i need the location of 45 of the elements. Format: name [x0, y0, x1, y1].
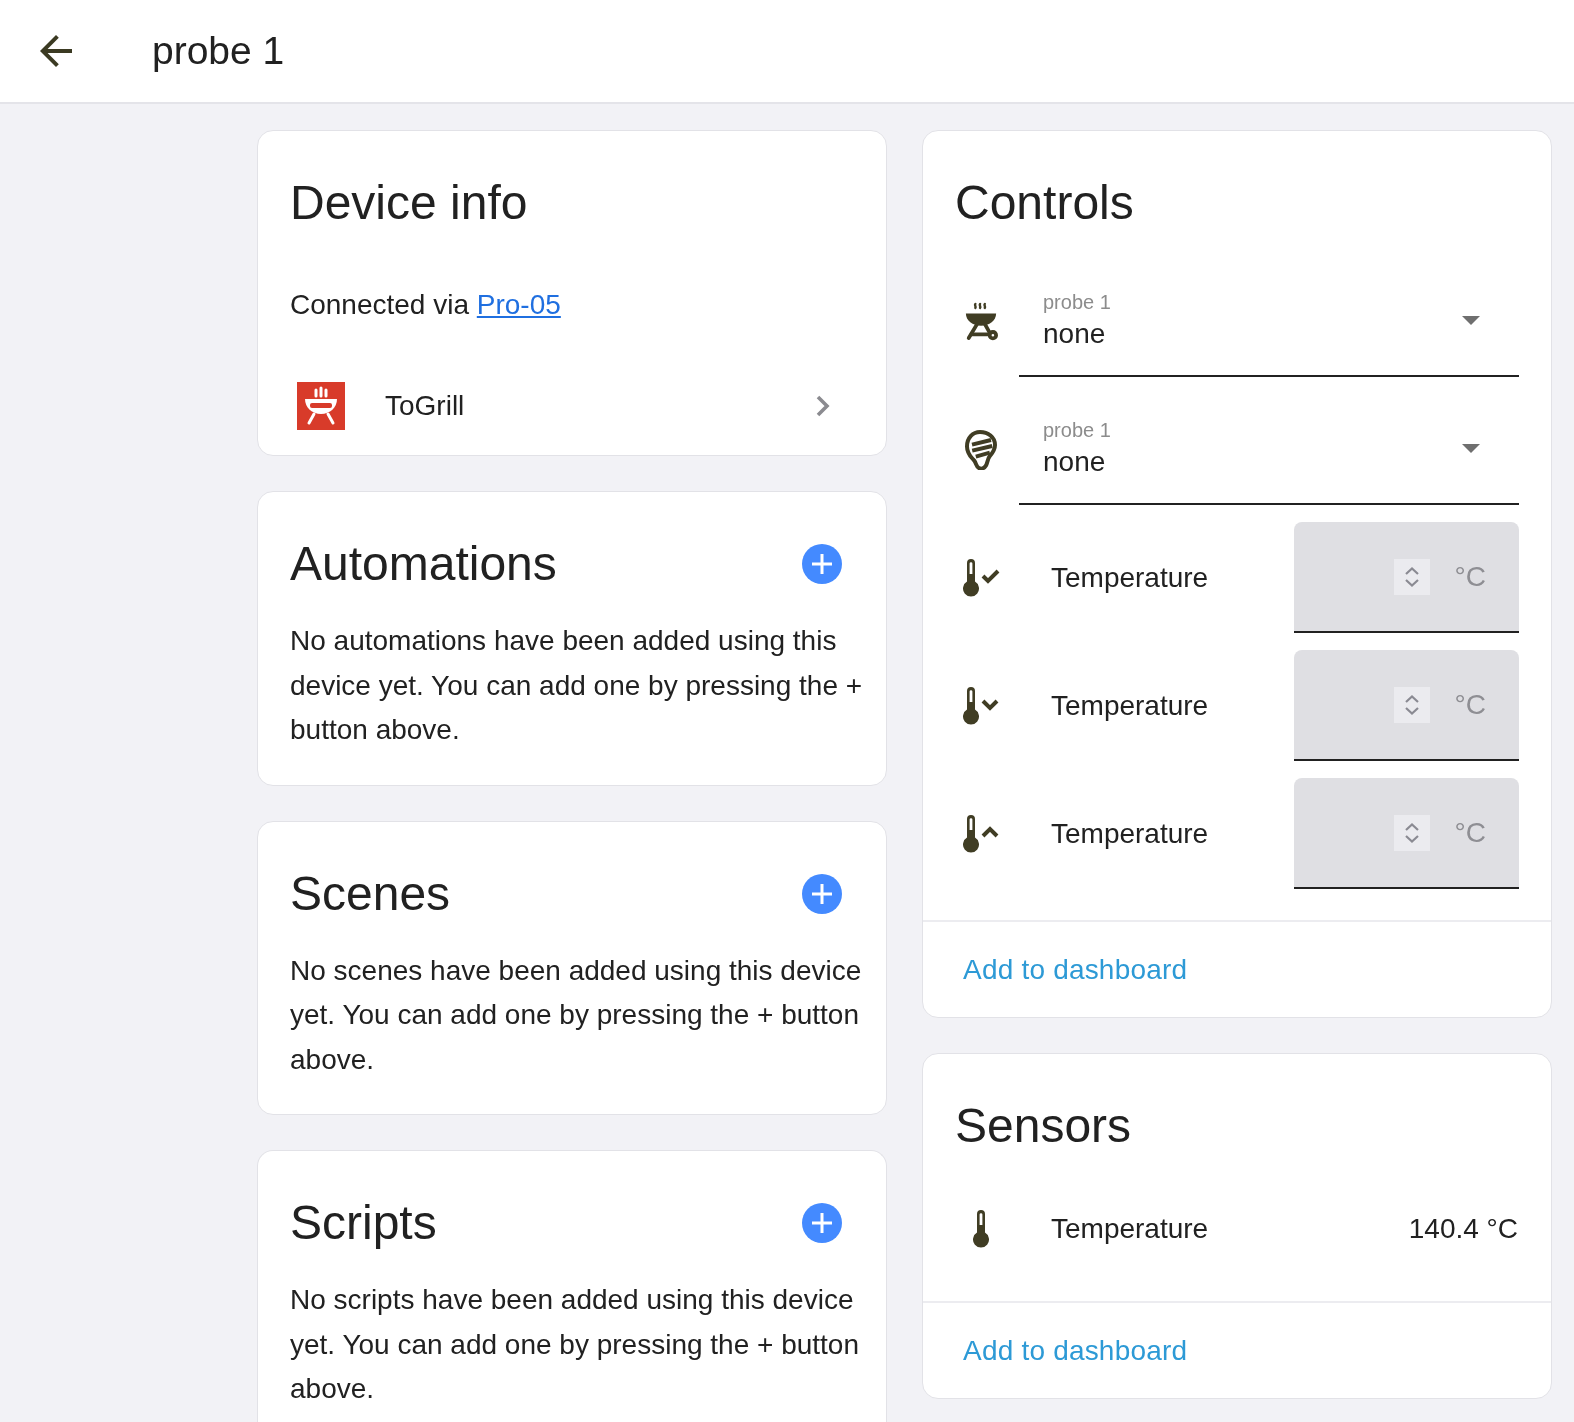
card-title: Automations: [290, 536, 557, 592]
card-title: Device info: [290, 175, 528, 231]
thermometer-check-icon: [962, 557, 1000, 598]
control-label: Temperature: [1051, 689, 1209, 722]
page-title: probe 1: [152, 28, 285, 74]
dropdown-field[interactable]: probe 1 none: [1019, 266, 1519, 377]
connection-text: Connected via Pro-05: [290, 288, 561, 322]
plus-icon: [812, 1213, 832, 1233]
hub-link[interactable]: Pro-05: [476, 289, 561, 320]
sensor-name: Temperature: [1051, 1213, 1209, 1245]
control-label: Temperature: [1051, 817, 1209, 850]
sensor-value: 140.4 °C: [1408, 1213, 1518, 1245]
grill-logo-icon: [297, 382, 345, 430]
card-title: Controls: [955, 175, 1134, 231]
card-title: Scripts: [290, 1195, 437, 1251]
card-title: Scenes: [290, 865, 451, 922]
spinner-icon[interactable]: [1393, 686, 1430, 723]
thermometer-chevron-down-icon: [962, 685, 1000, 726]
plus-icon: [812, 883, 832, 904]
dropdown-field[interactable]: probe 1 none: [1019, 394, 1519, 505]
thermometer-chevron-up-icon: [962, 813, 1000, 854]
number-input-field[interactable]: °C: [1294, 778, 1519, 889]
spinner-icon[interactable]: [1393, 558, 1430, 595]
add-button[interactable]: [802, 544, 842, 584]
grill-icon: [964, 301, 998, 342]
steak-icon: [965, 429, 997, 470]
number-input-field[interactable]: °C: [1294, 650, 1519, 761]
thermometer-icon: [972, 1209, 990, 1249]
integration-name[interactable]: ToGrill: [385, 390, 465, 422]
spinner-icon[interactable]: [1393, 814, 1430, 851]
dropdown-caret-icon: [1462, 444, 1480, 453]
empty-message: No scenes have been added using this device yet. You can add one by pressing the + button above.: [290, 953, 863, 1077]
plus-icon: [812, 554, 832, 574]
add-button[interactable]: [802, 873, 842, 914]
add-to-dashboard-button[interactable]: Add to dashboard: [955, 1328, 1196, 1373]
add-to-dashboard-button[interactable]: Add to dashboard: [955, 947, 1196, 992]
chevron-right-icon: [815, 394, 830, 418]
dropdown-caret-icon: [1462, 316, 1480, 325]
add-button[interactable]: [802, 1203, 842, 1243]
card-title: Sensors: [955, 1098, 1132, 1154]
back-arrow-icon[interactable]: [40, 35, 72, 67]
control-label: Temperature: [1051, 561, 1209, 594]
empty-message: No scripts have been added using this device yet. You can add one by pressing the + button above.: [290, 1283, 860, 1406]
number-input-field[interactable]: °C: [1294, 522, 1519, 633]
empty-message: No automations have been added using this device yet. You can add one by pressing the + button above.: [290, 624, 864, 747]
